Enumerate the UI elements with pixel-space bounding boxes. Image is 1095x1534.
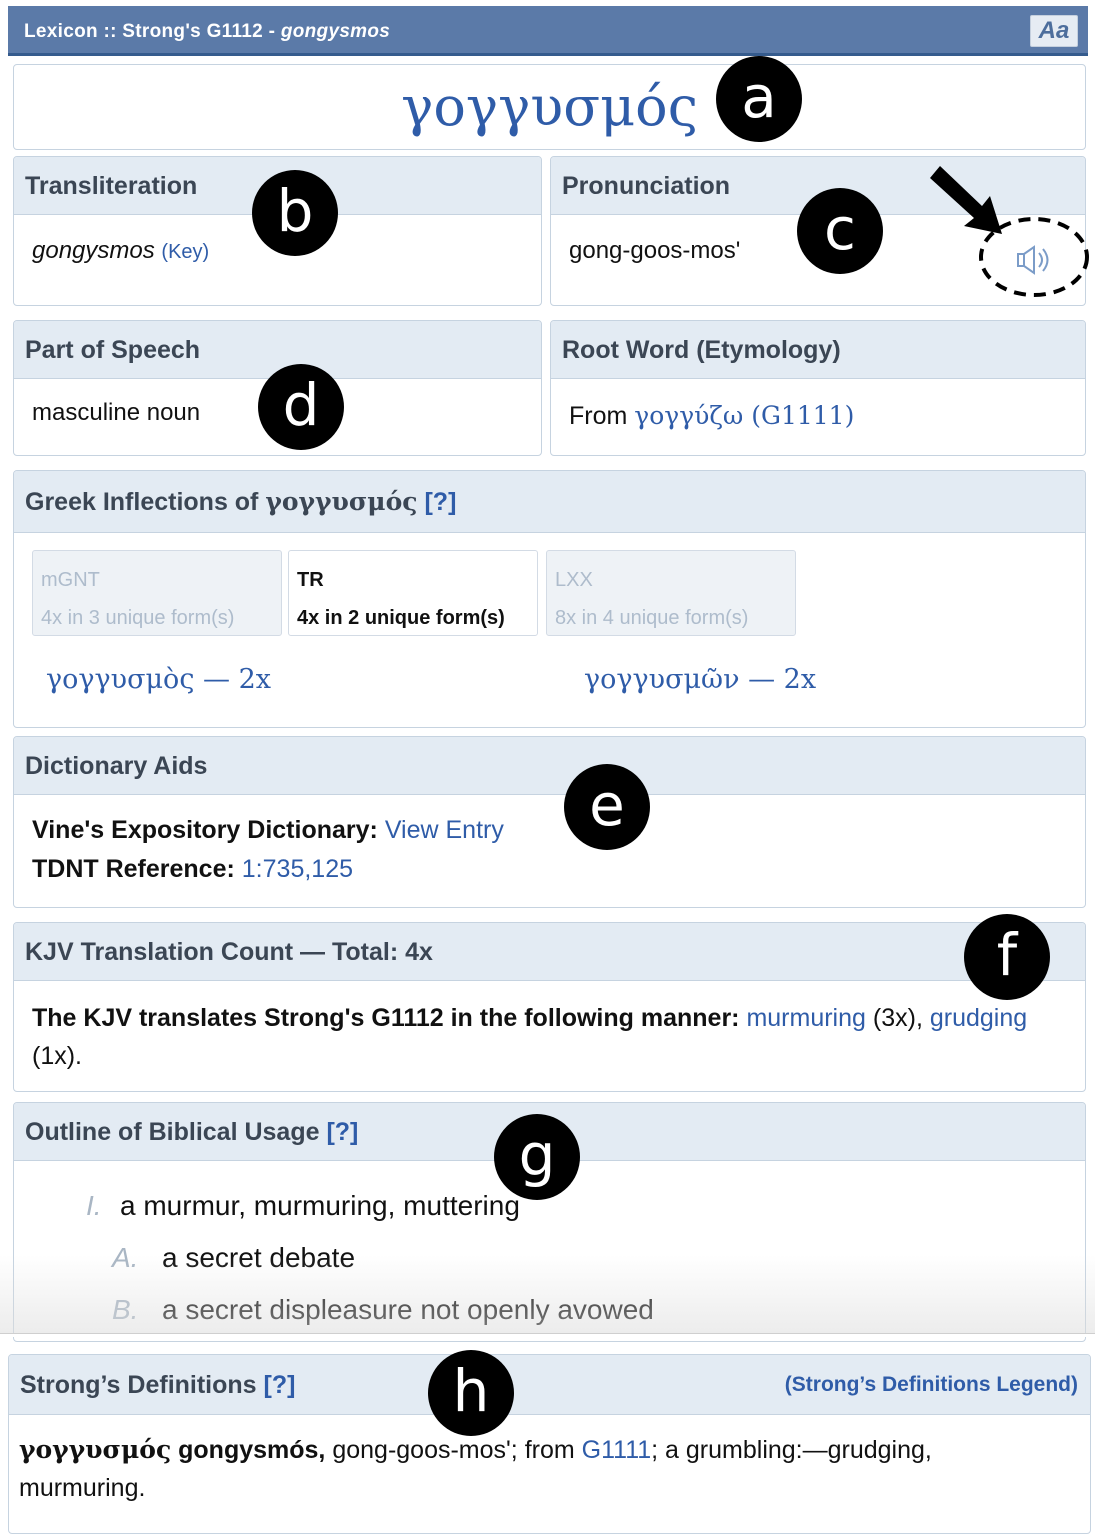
dictionary-aids-panel: Dictionary Aids Vine's Expository Dictio… — [13, 736, 1086, 908]
root-word-panel: Root Word (Etymology) From γογγύζω (G111… — [550, 320, 1086, 456]
outline-item-number: I. — [86, 1190, 102, 1221]
kjv-count-panel: KJV Translation Count — Total: 4x The KJ… — [13, 922, 1086, 1092]
outline-item: A. a secret debate — [112, 1242, 355, 1274]
outline-heading-text: Outline of Biblical Usage — [25, 1118, 320, 1146]
kjv-lead: The KJV translates Strong's G1112 in the… — [32, 1004, 740, 1032]
strongs-pronunciation: gong-goos-mos'; from — [332, 1436, 575, 1464]
root-word-heading: Root Word (Etymology) — [551, 321, 1085, 379]
annotation-badge-b: b — [252, 170, 338, 256]
strongs-greek: γογγυσμός — [19, 1435, 172, 1464]
outline-item-number: A. — [112, 1242, 139, 1273]
vine-label: Vine's Expository Dictionary: — [32, 816, 378, 844]
strongs-definition-line2: murmuring. — [19, 1474, 146, 1502]
crop-divider — [0, 1333, 1095, 1337]
strongs-heading: Strong’s Definitions [?] (Strong’s Defin… — [9, 1355, 1090, 1415]
font-size-button[interactable]: Aa — [1030, 15, 1078, 47]
tab-tr[interactable]: TR 4x in 2 unique form(s) — [288, 550, 538, 636]
tab-lxx-count: 8x in 4 unique form(s) — [555, 607, 749, 629]
annotation-badge-d: d — [258, 364, 344, 450]
kjv-count-murmuring: (3x), — [872, 1004, 923, 1032]
lexicon-title: Lexicon :: Strong's G1112 - gongysmos — [24, 21, 390, 43]
annotation-badge-h: h — [428, 1350, 514, 1436]
kjv-word-grudging[interactable]: grudging — [930, 1004, 1027, 1032]
tab-mgnt-count: 4x in 3 unique form(s) — [41, 607, 235, 629]
title-transliteration: gongysmos — [280, 21, 391, 42]
outline-item-text: a secret displeasure not openly avowed — [162, 1294, 654, 1325]
annotation-badge-a: a — [716, 56, 802, 142]
part-of-speech-value: masculine noun — [32, 399, 201, 426]
kjv-count-grudging: (1x). — [32, 1042, 82, 1070]
inflection-form-link[interactable]: γογγυσμὸς — 2x — [46, 664, 271, 695]
annotation-badge-f: f — [964, 914, 1050, 1000]
root-word-prefix: From — [569, 402, 635, 430]
tab-lxx-name: LXX — [555, 569, 593, 591]
kjv-count-heading: KJV Translation Count — Total: 4x — [14, 923, 1085, 981]
tdnt-reference-link[interactable]: 1:735,125 — [242, 855, 353, 883]
inflections-heading-word: γογγυσμός — [265, 487, 418, 516]
dictionary-aids-heading: Dictionary Aids — [14, 737, 1085, 795]
vine-row: Vine's Expository Dictionary: View Entry — [32, 811, 1067, 850]
outline-item-text: a secret debate — [162, 1242, 356, 1273]
lexicon-title-bar: Lexicon :: Strong's G1112 - gongysmos Aa — [8, 6, 1088, 56]
tdnt-label: TDNT Reference: — [32, 855, 235, 883]
transliteration-value: gongysmos — [32, 237, 155, 264]
strongs-help-link[interactable]: [?] — [264, 1371, 296, 1399]
strongs-root-link[interactable]: G1111 — [582, 1436, 652, 1464]
headword: γογγυσμός — [401, 75, 698, 138]
outline-item-number: B. — [112, 1294, 139, 1325]
outline-item: B. a secret displeasure not openly avowed — [112, 1294, 654, 1326]
arrow-icon — [930, 166, 1002, 234]
tab-tr-count: 4x in 2 unique form(s) — [297, 607, 505, 629]
outline-item: I. a murmur, murmuring, muttering — [86, 1190, 520, 1222]
headword-panel: γογγυσμός — [13, 64, 1086, 150]
tab-mgnt-name: mGNT — [41, 569, 100, 591]
kjv-word-murmuring[interactable]: murmuring — [746, 1004, 865, 1032]
strongs-translit: gongysmós, — [178, 1436, 326, 1464]
strongs-definition: ; a grumbling:—grudging, — [651, 1436, 932, 1464]
inflections-heading: Greek Inflections of γογγυσμός [?] — [14, 471, 1085, 533]
pronunciation-value: gong-goos-mos' — [569, 237, 741, 264]
strongs-heading-text: Strong’s Definitions — [20, 1371, 257, 1399]
strongs-definitions-panel: Strong’s Definitions [?] (Strong’s Defin… — [8, 1354, 1091, 1534]
title-prefix: Lexicon :: Strong's G1112 - — [24, 21, 281, 42]
pronunciation-key-link[interactable]: (Key) — [161, 241, 209, 263]
root-word-link[interactable]: γογγύζω (G1111) — [634, 401, 854, 430]
outline-help-link[interactable]: [?] — [326, 1118, 358, 1146]
vine-view-entry-link[interactable]: View Entry — [385, 816, 504, 844]
tab-lxx[interactable]: LXX 8x in 4 unique form(s) — [546, 550, 796, 636]
tdnt-row: TDNT Reference: 1:735,125 — [32, 850, 1067, 889]
annotation-badge-e: e — [564, 764, 650, 850]
tab-mgnt[interactable]: mGNT 4x in 3 unique form(s) — [32, 550, 282, 636]
outline-item-text: a murmur, murmuring, muttering — [120, 1190, 520, 1221]
inflections-help-link[interactable]: [?] — [424, 488, 456, 516]
annotation-badge-g: g — [494, 1114, 580, 1200]
annotation-badge-c: c — [797, 188, 883, 274]
strongs-legend-link[interactable]: (Strong’s Definitions Legend) — [785, 1355, 1078, 1415]
inflection-form-link[interactable]: γογγυσμῶν — 2x — [584, 664, 816, 695]
tab-tr-name: TR — [297, 569, 324, 591]
inflections-heading-text: Greek Inflections of — [25, 488, 266, 516]
